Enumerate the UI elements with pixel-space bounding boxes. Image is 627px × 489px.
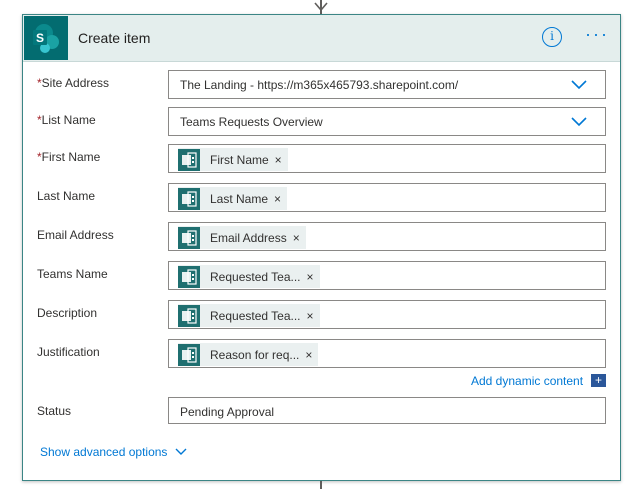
create-item-card: S Create item i ··· *Site Address The La… xyxy=(22,14,621,481)
remove-token-icon[interactable]: × xyxy=(293,232,300,244)
token-label: Requested Tea... xyxy=(210,269,301,284)
status-label: Status xyxy=(37,404,72,418)
forms-icon xyxy=(178,148,200,171)
info-icon[interactable]: i xyxy=(542,27,562,47)
chevron-down-icon[interactable] xyxy=(175,448,187,456)
add-dynamic-content-link[interactable]: Add dynamic content xyxy=(471,374,583,388)
token-label: First Name xyxy=(210,152,269,167)
description-field[interactable]: Requested Tea... × xyxy=(168,300,606,329)
dynamic-token[interactable]: Requested Tea... × xyxy=(178,304,320,327)
list-name-label: *List Name xyxy=(37,113,96,127)
forms-icon xyxy=(178,226,200,249)
teams-name-label: Teams Name xyxy=(37,267,108,281)
dynamic-token[interactable]: Requested Tea... × xyxy=(178,265,320,288)
more-options-icon[interactable]: ··· xyxy=(585,25,611,43)
site-address-dropdown[interactable]: The Landing - https://m365x465793.sharep… xyxy=(168,70,606,99)
dynamic-token[interactable]: First Name × xyxy=(178,148,288,171)
show-advanced-options-link[interactable]: Show advanced options xyxy=(40,445,167,459)
token-label: Email Address xyxy=(210,230,287,245)
dynamic-token[interactable]: Last Name × xyxy=(178,187,288,210)
token-label: Reason for req... xyxy=(210,347,300,362)
site-address-label: *Site Address xyxy=(37,76,110,90)
last-name-field[interactable]: Last Name × xyxy=(168,183,606,212)
arrow-down-icon xyxy=(314,2,328,12)
forms-icon xyxy=(178,304,200,327)
remove-token-icon[interactable]: × xyxy=(307,271,314,283)
teams-name-field[interactable]: Requested Tea... × xyxy=(168,261,606,290)
forms-icon xyxy=(178,265,200,288)
description-label: Description xyxy=(37,306,98,320)
svg-text:S: S xyxy=(36,31,44,45)
first-name-field[interactable]: First Name × xyxy=(168,144,606,173)
remove-token-icon[interactable]: × xyxy=(307,310,314,322)
last-name-label: Last Name xyxy=(37,189,96,203)
flow-connector-bottom xyxy=(320,481,322,489)
dynamic-token[interactable]: Reason for req... × xyxy=(178,343,319,366)
card-header[interactable]: S Create item i ··· xyxy=(23,15,620,62)
chevron-down-icon[interactable] xyxy=(571,117,587,127)
remove-token-icon[interactable]: × xyxy=(305,349,312,361)
status-value: Pending Approval xyxy=(180,405,275,419)
first-name-label: *First Name xyxy=(37,150,101,164)
remove-token-icon[interactable]: × xyxy=(274,193,281,205)
token-label: Requested Tea... xyxy=(210,308,301,323)
list-name-value: Teams Requests Overview xyxy=(180,115,323,129)
sharepoint-icon: S xyxy=(24,16,68,60)
forms-icon xyxy=(178,343,200,366)
site-address-value: The Landing - https://m365x465793.sharep… xyxy=(180,78,459,92)
add-icon[interactable]: + xyxy=(591,374,606,387)
card-title: Create item xyxy=(78,30,151,46)
email-address-label: Email Address xyxy=(37,228,114,242)
forms-icon xyxy=(178,187,200,210)
email-address-field[interactable]: Email Address × xyxy=(168,222,606,251)
justification-label: Justification xyxy=(37,345,100,359)
justification-field[interactable]: Reason for req... × xyxy=(168,339,606,368)
list-name-dropdown[interactable]: Teams Requests Overview xyxy=(168,107,606,136)
chevron-down-icon[interactable] xyxy=(571,80,587,90)
dynamic-token[interactable]: Email Address × xyxy=(178,226,306,249)
status-input[interactable]: Pending Approval xyxy=(168,397,606,424)
token-label: Last Name xyxy=(210,191,269,206)
remove-token-icon[interactable]: × xyxy=(275,154,282,166)
